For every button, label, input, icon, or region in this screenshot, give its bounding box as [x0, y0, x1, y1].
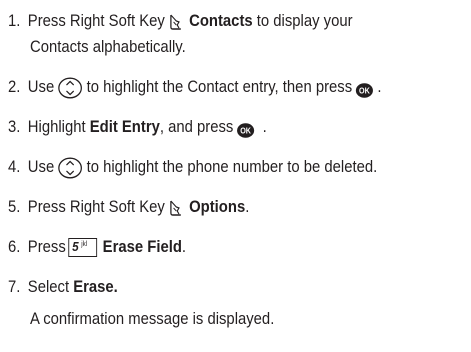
step-text-end: to highlight the phone number to be dele… — [86, 158, 378, 176]
step-text-end: . — [245, 198, 250, 216]
step-text: Press Right Soft Key — [27, 12, 165, 30]
step-1-continuation: Contacts alphabetically. — [30, 34, 186, 60]
step-3: 3. Highlight Edit Entry, and press OK . — [8, 114, 267, 140]
step-6: 6. Press 5 jkl Erase Field. — [8, 234, 186, 260]
step-text: Press Right Soft Key — [27, 198, 165, 216]
step-text: Use — [27, 78, 55, 96]
ok-key-icon: OK — [356, 80, 374, 98]
step-number: 5. — [8, 198, 21, 216]
svg-text:OK: OK — [359, 86, 370, 95]
menu-option-label: Erase. — [73, 278, 118, 296]
key-letters: jkl — [81, 241, 88, 249]
step-7-continuation: A confirmation message is displayed. — [30, 306, 274, 332]
step-number: 2. — [8, 78, 21, 96]
step-text: Select — [27, 278, 70, 296]
instruction-steps: 1. Press Right Soft Key Contacts to displa… — [0, 0, 471, 352]
step-text-end: . — [181, 238, 187, 256]
step-7: 7. Select Erase. — [8, 274, 118, 300]
step-number: 3. — [8, 118, 21, 136]
step-4: 4. Use to highlight the phone number to be… — [8, 154, 377, 180]
step-text: Use — [27, 158, 55, 176]
right-soft-key-icon — [168, 13, 183, 31]
softkey-label: Contacts — [189, 12, 253, 30]
step-text: Press — [27, 238, 66, 256]
step-5: 5. Press Right Soft Key Options. — [8, 194, 249, 220]
step-number: 4. — [8, 158, 21, 176]
ok-key-icon: OK — [237, 120, 255, 138]
step-number: 7. — [8, 278, 21, 296]
step-number: 1. — [8, 12, 21, 30]
step-text-mid: to highlight the Contact entry, then pre… — [86, 78, 353, 96]
navigation-key-icon — [58, 157, 83, 179]
menu-option-label: Edit Entry — [89, 118, 160, 136]
step-text: A confirmation message is displayed. — [30, 310, 275, 328]
svg-text:OK: OK — [241, 126, 252, 135]
step-1: 1. Press Right Soft Key Contacts to displa… — [8, 8, 353, 34]
step-text: Contacts alphabetically. — [30, 38, 186, 56]
step-2: 2. Use to highlight the Contact entry, the… — [8, 74, 381, 100]
step-number: 6. — [8, 238, 21, 256]
step-text-end: to display your — [256, 12, 353, 30]
step-text-mid: , and press — [159, 118, 234, 136]
key-digit: 5 — [72, 239, 79, 255]
step-text: Highlight — [27, 118, 86, 136]
keypad-5-icon: 5 jkl — [68, 238, 98, 258]
step-text-end: . — [377, 78, 382, 96]
menu-option-label: Erase Field — [102, 238, 182, 256]
right-soft-key-icon — [168, 199, 183, 217]
softkey-label: Options — [189, 198, 246, 216]
step-text-end: . — [262, 118, 267, 136]
navigation-key-icon — [58, 77, 83, 99]
